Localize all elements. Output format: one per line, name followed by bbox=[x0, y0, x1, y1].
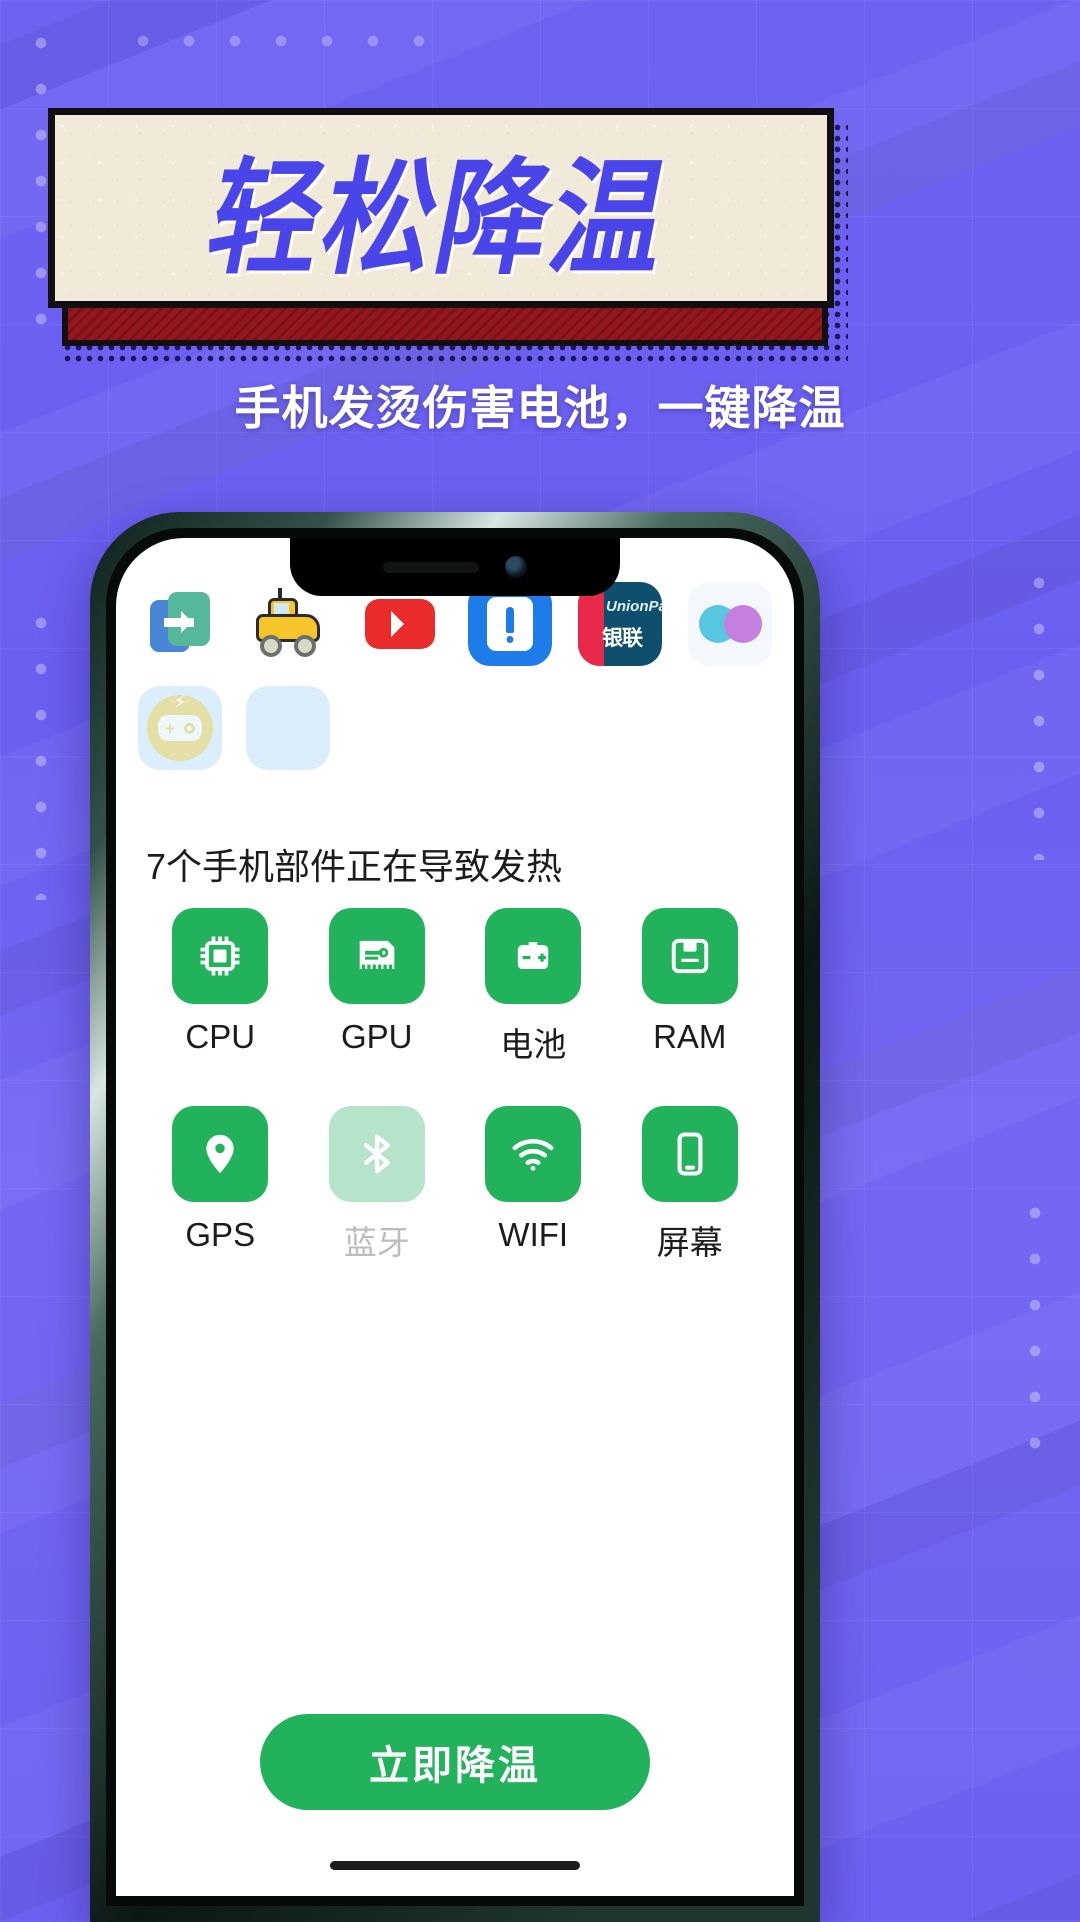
phone-notch bbox=[290, 538, 620, 596]
component-cell-bluetooth[interactable]: 蓝牙 bbox=[299, 1106, 456, 1264]
placeholder-app-icon[interactable] bbox=[246, 686, 330, 770]
cool-down-button[interactable]: 立即降温 bbox=[260, 1714, 650, 1810]
home-indicator[interactable] bbox=[330, 1861, 580, 1870]
app-heading: 7个手机部件正在导致发热 bbox=[146, 846, 563, 887]
unionpay-cn-label: 银联 bbox=[602, 627, 643, 650]
component-label: 屏幕 bbox=[656, 1224, 723, 1261]
wifi-icon bbox=[512, 1139, 554, 1171]
cta-container: 立即降温 bbox=[116, 1714, 794, 1810]
component-label: RAM bbox=[653, 1018, 727, 1055]
play-triangle-icon bbox=[390, 611, 417, 637]
bluetooth-tile[interactable] bbox=[328, 1106, 425, 1202]
game-app-icon[interactable]: ⚡ + bbox=[138, 686, 222, 770]
car-wheel-rear-icon bbox=[294, 635, 316, 657]
phone-screen: UnionPay 银联 ⚡ + 7个手机部件正在导致发热 bbox=[116, 538, 794, 1896]
component-grid: CPU GPU 电池 RAM GPS 蓝牙 WIFI 屏幕 bbox=[116, 908, 794, 1264]
game-circle-icon: ⚡ + bbox=[147, 692, 213, 761]
component-label: GPS bbox=[185, 1216, 256, 1253]
dot-pattern-left-mid bbox=[18, 600, 64, 900]
banner-red-stripe bbox=[62, 308, 828, 346]
component-cell-gpu[interactable]: GPU bbox=[299, 908, 456, 1066]
gamepad-icon: + bbox=[158, 715, 202, 741]
component-label: 电池 bbox=[500, 1026, 567, 1063]
component-cell-wifi[interactable]: WIFI bbox=[455, 1106, 612, 1264]
play-button-icon bbox=[365, 599, 435, 649]
front-camera-icon bbox=[505, 556, 527, 578]
title-banner: 轻松降温 bbox=[48, 108, 848, 362]
transfer-app-icon[interactable] bbox=[138, 582, 222, 666]
screen-tile[interactable] bbox=[641, 1106, 738, 1202]
lightning-bolt-icon: ⚡ bbox=[173, 692, 187, 712]
component-cell-ram[interactable]: RAM bbox=[612, 908, 769, 1066]
unionpay-latin-label: UnionPay bbox=[606, 598, 662, 615]
page-title: 轻松降温 bbox=[196, 146, 681, 292]
dot-pattern-right-mid bbox=[1012, 1190, 1058, 1470]
card-icon bbox=[487, 597, 533, 651]
battery-icon bbox=[518, 942, 549, 969]
phone-screen-icon bbox=[677, 1132, 703, 1176]
dot-pattern-top bbox=[120, 18, 450, 64]
phone-bezel: UnionPay 银联 ⚡ + 7个手机部件正在导致发热 bbox=[106, 528, 804, 1906]
pen-icon bbox=[506, 607, 514, 633]
cpu-icon bbox=[200, 936, 240, 976]
page-subtitle: 手机发烫伤害电池，一键降温 bbox=[234, 382, 846, 434]
pen-dot-icon bbox=[506, 636, 514, 643]
circle-purple-icon bbox=[723, 605, 762, 643]
component-label: WIFI bbox=[498, 1216, 569, 1253]
gamepad-button-icon bbox=[183, 722, 195, 734]
wifi-tile[interactable] bbox=[485, 1106, 582, 1202]
component-label: 蓝牙 bbox=[343, 1224, 410, 1261]
cpu-tile[interactable] bbox=[172, 908, 269, 1004]
component-cell-screen[interactable]: 屏幕 bbox=[612, 1106, 769, 1264]
ram-icon bbox=[671, 938, 708, 974]
banner-box: 轻松降温 bbox=[48, 108, 834, 308]
circles-app-icon[interactable] bbox=[688, 582, 772, 666]
location-pin-icon bbox=[206, 1134, 234, 1174]
component-label: CPU bbox=[185, 1018, 256, 1055]
phone-mockup: UnionPay 银联 ⚡ + 7个手机部件正在导致发热 bbox=[90, 512, 820, 1922]
gpu-icon bbox=[359, 940, 395, 969]
component-cell-cpu[interactable]: CPU bbox=[142, 908, 299, 1066]
gamepad-dpad-icon: + bbox=[165, 718, 175, 738]
gps-tile[interactable] bbox=[172, 1106, 269, 1202]
ram-tile[interactable] bbox=[641, 908, 738, 1004]
homescreen-icon-row-2: ⚡ + bbox=[116, 686, 794, 770]
car-wheel-front-icon bbox=[260, 635, 282, 657]
arrow-right-icon bbox=[164, 611, 194, 633]
component-cell-gps[interactable]: GPS bbox=[142, 1106, 299, 1264]
battery-tile[interactable] bbox=[485, 908, 582, 1004]
component-cell-battery[interactable]: 电池 bbox=[455, 908, 612, 1066]
earpiece-speaker-icon bbox=[383, 561, 479, 573]
gpu-tile[interactable] bbox=[328, 908, 425, 1004]
component-label: GPU bbox=[340, 1018, 413, 1055]
dot-pattern-right-top bbox=[1016, 560, 1062, 860]
bluetooth-icon bbox=[363, 1134, 390, 1174]
